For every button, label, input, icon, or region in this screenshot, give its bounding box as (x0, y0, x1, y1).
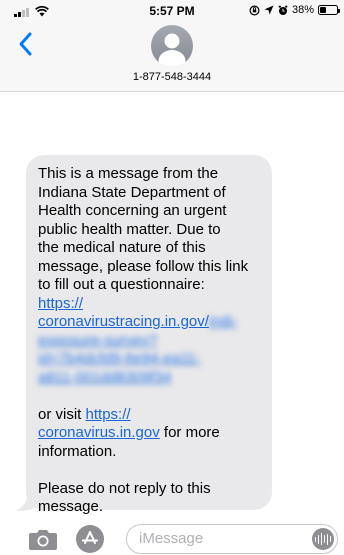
closing-paragraph: Please do not reply to this message. (38, 480, 260, 517)
battery-icon (318, 5, 340, 15)
contact-number[interactable]: 1-877-548-3444 (0, 71, 344, 83)
alarm-icon (278, 5, 288, 15)
message-line: the medical nature of this (38, 239, 206, 256)
questionnaire-link-part[interactable]: https:// (38, 295, 83, 312)
app-store-icon (82, 531, 98, 544)
message-text: This is a message from the Indiana State… (38, 165, 260, 387)
app-store-button[interactable] (76, 525, 104, 553)
message-line: Health concerning an urgent (38, 202, 227, 219)
closing-line: message. (38, 498, 104, 515)
status-right: 38% (249, 4, 340, 16)
message-bubble[interactable]: This is a message from the Indiana State… (26, 155, 272, 515)
visit-end: information. (38, 442, 117, 460)
redacted-link-text[interactable]: exposure-survey? (38, 332, 157, 349)
visit-prefix: or visit (38, 405, 86, 423)
message-line: This is a message from the (38, 165, 219, 182)
camera-icon[interactable] (28, 527, 58, 551)
message-line: public health matter. Due to (38, 220, 221, 238)
imessage-placeholder: iMessage (139, 530, 204, 547)
visit-suffix: for more (159, 424, 220, 441)
coronavirus-site-link[interactable]: coronavirus.in.gov (38, 424, 160, 441)
redacted-link-text[interactable]: a811-001dd8309f34 (38, 369, 171, 386)
compose-bar: iMessage (0, 521, 344, 555)
redacted-link-text[interactable]: indi- (209, 313, 237, 330)
closing-line: Please do not reply to this (38, 479, 211, 497)
messages-screen: 5:57 PM 38% 1-877-548-3444 This is a mes… (0, 0, 344, 555)
battery-percent: 38% (291, 4, 314, 16)
audio-waveform-icon[interactable] (312, 528, 334, 550)
conversation-header: 5:57 PM 38% 1-877-548-3444 (0, 0, 344, 92)
location-icon (264, 5, 274, 15)
questionnaire-link-part[interactable]: coronavirustracing.in.gov/ (38, 313, 209, 330)
questionnaire-link[interactable]: https:// coronavirustracing.in.gov/indi-… (38, 295, 237, 386)
person-icon (158, 33, 186, 67)
message-line: to fill out a questionnaire: (38, 276, 205, 293)
message-line: message, please follow this link (38, 257, 249, 275)
visit-paragraph: or visit https:// coronavirus.in.gov for… (38, 406, 260, 462)
coronavirus-site-link[interactable]: https:// (86, 406, 131, 423)
status-bar: 5:57 PM 38% (0, 0, 344, 22)
imessage-input[interactable]: iMessage (126, 524, 338, 554)
redacted-link-text[interactable]: id=7b4dcfd9-6e94-ea11- (38, 350, 201, 367)
message-line: Indiana State Department of (38, 183, 226, 201)
contact-avatar[interactable] (151, 25, 193, 67)
battery-fill (320, 7, 327, 13)
back-button[interactable] (16, 30, 36, 58)
orientation-lock-icon (249, 4, 260, 16)
